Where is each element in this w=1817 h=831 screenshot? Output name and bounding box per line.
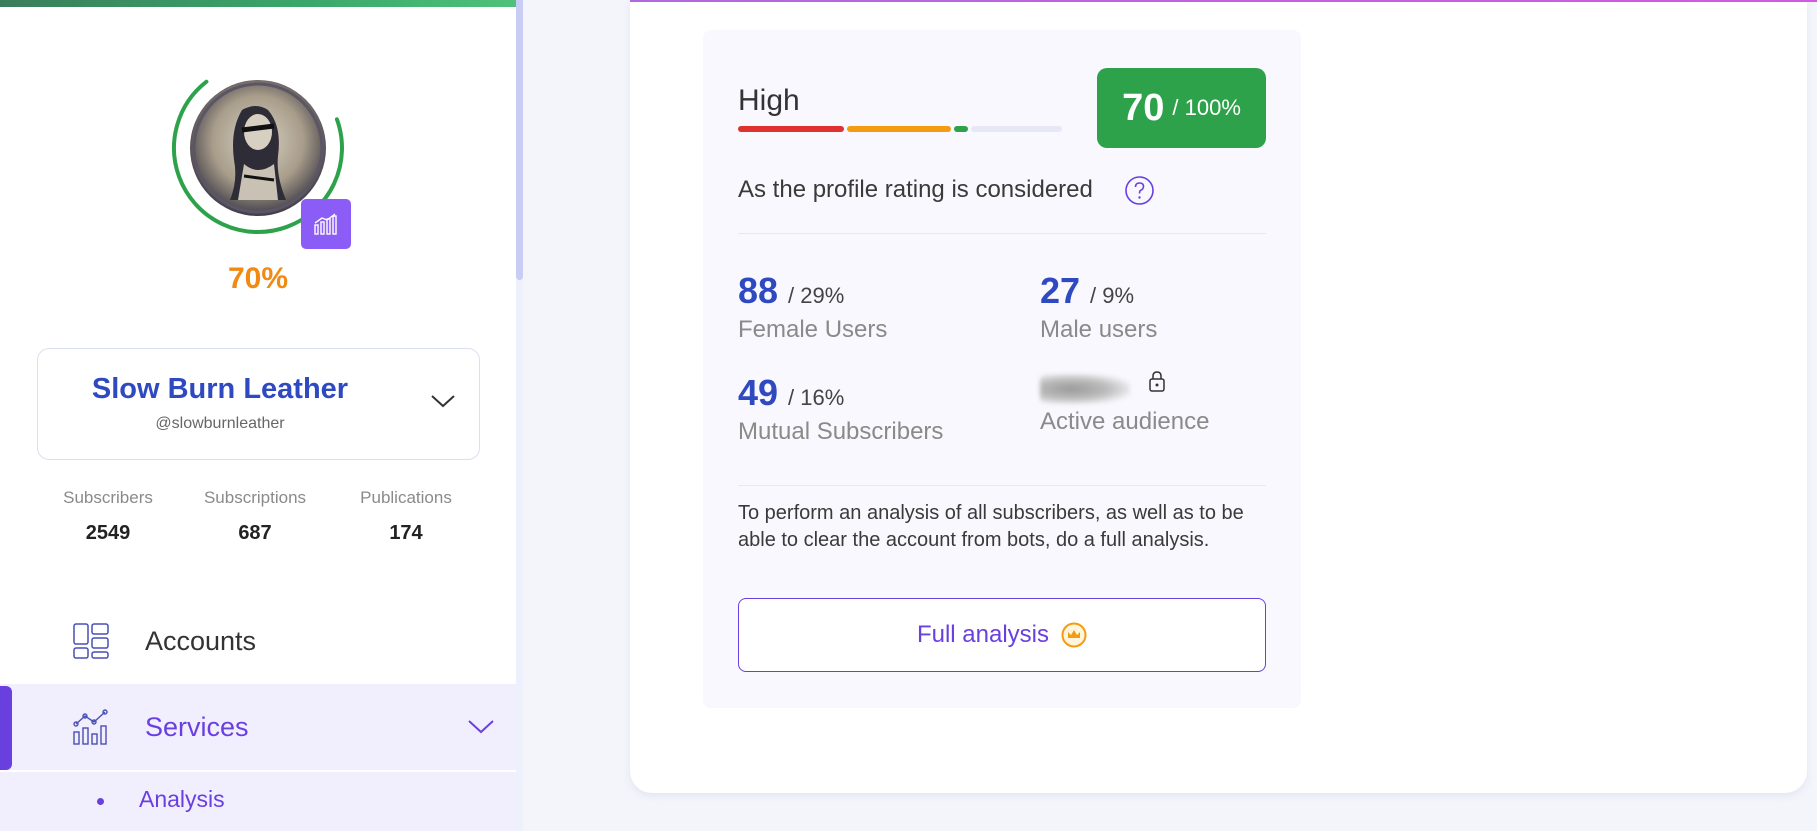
divider — [738, 233, 1266, 234]
full-analysis-description: To perform an analysis of all subscriber… — [738, 502, 1244, 551]
full-analysis-button-label: Full analysis — [916, 621, 1050, 648]
active-nav-indicator — [0, 686, 12, 770]
profile-rating-percent: 70% — [227, 262, 289, 295]
level-bar-remaining — [971, 126, 1062, 132]
metric-label: Active audience — [1040, 408, 1210, 435]
sidebar-top-accent — [0, 0, 516, 7]
metric-label: Male users — [1040, 316, 1158, 343]
lock-icon — [1149, 371, 1165, 392]
account-switcher[interactable]: Slow Burn Leather @slowburnleather — [37, 348, 480, 460]
profile-rating-card: High 70 / 100% As the profile rating is … — [703, 30, 1301, 708]
score-value: 70 — [1122, 86, 1165, 129]
metric-value: 27 — [1040, 270, 1081, 311]
stat-label: Publications — [360, 488, 452, 507]
dashboard-icon — [73, 623, 109, 659]
blurred-locked-value — [1040, 374, 1130, 404]
divider — [738, 485, 1266, 486]
chevron-down-icon[interactable] — [429, 391, 457, 411]
stat-subscriptions: Subscriptions 687 — [196, 488, 314, 545]
metric-mutual-subscribers: 49 / 16% Mutual Subscribers — [738, 372, 1018, 446]
metric-label: Female Users — [738, 316, 888, 343]
sidebar-subitem-analysis[interactable]: Analysis — [0, 772, 516, 831]
level-bar-medium — [847, 126, 951, 132]
help-question-icon[interactable] — [1124, 175, 1155, 206]
main-top-accent — [630, 0, 1817, 2]
rating-explanation-text: As the profile rating is considered — [738, 176, 1093, 203]
stat-publications: Publications 174 — [350, 488, 462, 545]
account-name: Slow Burn Leather — [91, 373, 349, 405]
rating-level-label: High — [738, 84, 800, 117]
sidebar-subitem-label: Analysis — [139, 786, 225, 812]
metric-label: Mutual Subscribers — [738, 418, 944, 445]
stat-value: 174 — [389, 522, 423, 544]
account-handle: @slowburnleather — [155, 415, 285, 432]
level-bar-low — [738, 126, 844, 132]
sidebar: 70% Slow Burn Leather @slowburnleather S… — [0, 0, 516, 831]
metric-value: 88 — [738, 270, 779, 311]
bullet-icon — [97, 798, 104, 805]
stat-value: 687 — [238, 522, 272, 544]
metric-active-audience: Active audience — [1040, 371, 1320, 436]
sidebar-item-accounts[interactable]: Accounts — [0, 598, 516, 684]
metric-share: / 9% — [1090, 283, 1135, 308]
avatar — [190, 80, 326, 216]
score-total: / 100% — [1172, 95, 1241, 120]
stat-label: Subscribers — [63, 488, 153, 507]
crown-icon — [1061, 622, 1087, 648]
metric-share: / 29% — [788, 283, 845, 308]
bar-chart-icon — [314, 213, 337, 235]
metric-female-users: 88 / 29% Female Users — [738, 270, 1018, 344]
stat-value: 2549 — [85, 522, 131, 544]
profile-avatar-block — [170, 60, 351, 249]
sidebar-item-services[interactable]: Services — [0, 684, 516, 770]
metric-value: 49 — [738, 372, 779, 413]
score-badge: 70 / 100% — [1097, 68, 1266, 148]
analytics-chart-icon — [73, 709, 108, 745]
level-bar-high — [954, 126, 968, 132]
metric-male-users: 27 / 9% Male users — [1040, 270, 1320, 344]
chevron-down-icon[interactable] — [467, 718, 495, 736]
stat-label: Subscriptions — [203, 488, 307, 507]
stat-subscribers: Subscribers 2549 — [52, 488, 164, 545]
full-analysis-button[interactable]: Full analysis — [738, 598, 1266, 672]
sidebar-item-label: Services — [145, 711, 249, 742]
stats-badge-button[interactable] — [301, 199, 351, 249]
metric-share: / 16% — [788, 385, 845, 410]
sidebar-item-label: Accounts — [145, 625, 257, 656]
sidebar-scrollbar-thumb[interactable] — [516, 0, 523, 280]
